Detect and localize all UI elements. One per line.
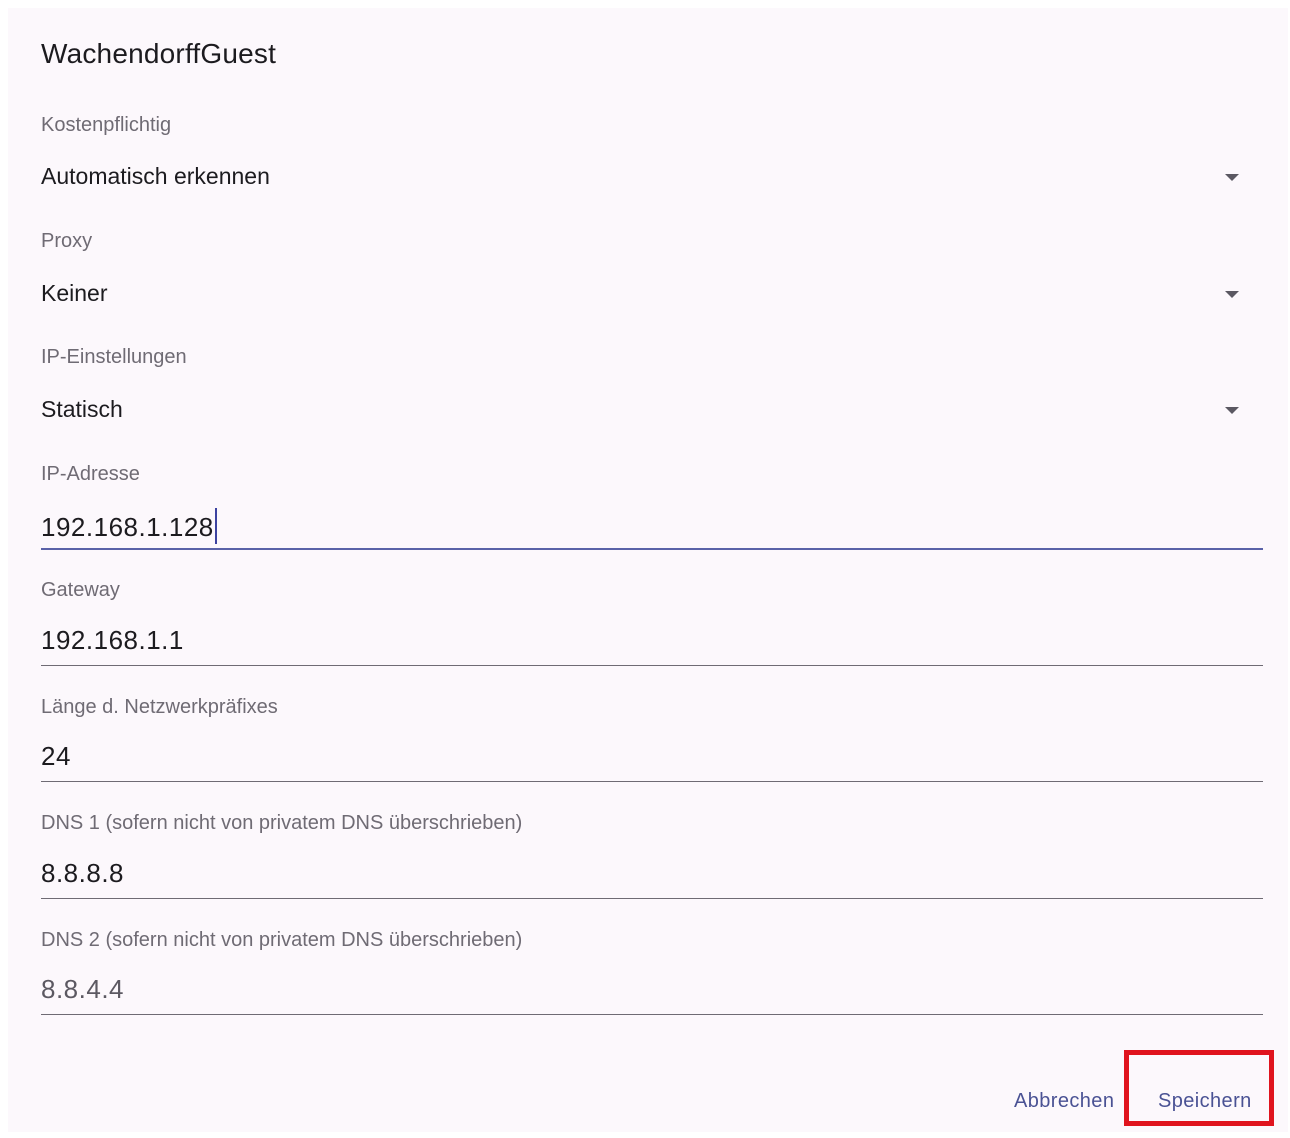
gateway-underline xyxy=(41,665,1263,666)
metered-label: Kostenpflichtig xyxy=(41,114,172,136)
chevron-down-icon xyxy=(1225,407,1239,414)
save-button-highlight xyxy=(1124,1050,1274,1126)
cancel-button[interactable]: Abbrechen xyxy=(1014,1090,1114,1113)
ip-address-underline xyxy=(41,548,1263,550)
ip-settings-value: Statisch xyxy=(41,396,123,422)
chevron-down-icon xyxy=(1225,291,1239,298)
dns2-input[interactable]: 8.8.4.4 xyxy=(41,974,124,1005)
metered-value: Automatisch erkennen xyxy=(41,163,270,189)
dns1-label: DNS 1 (sofern nicht von privatem DNS übe… xyxy=(41,812,523,834)
metered-dropdown[interactable]: Automatisch erkennen xyxy=(8,158,1288,198)
prefix-length-input[interactable]: 24 xyxy=(41,741,71,772)
dns2-label: DNS 2 (sofern nicht von privatem DNS übe… xyxy=(41,929,523,951)
ip-settings-label: IP-Einstellungen xyxy=(41,346,187,368)
text-cursor xyxy=(214,508,217,544)
dns1-underline xyxy=(41,898,1263,899)
ip-address-label: IP-Adresse xyxy=(41,463,140,485)
ip-address-input[interactable]: 192.168.1.128 xyxy=(41,508,217,544)
chevron-down-icon xyxy=(1225,174,1239,181)
ip-address-value: 192.168.1.128 xyxy=(41,512,214,542)
proxy-label: Proxy xyxy=(41,230,93,252)
dns1-input[interactable]: 8.8.8.8 xyxy=(41,858,124,889)
gateway-label: Gateway xyxy=(41,579,120,601)
prefix-length-label: Länge d. Netzwerkpräfixes xyxy=(41,696,278,718)
dns2-underline xyxy=(41,1014,1263,1015)
ip-settings-dropdown[interactable]: Statisch xyxy=(8,391,1288,431)
proxy-dropdown[interactable]: Keiner xyxy=(8,275,1288,315)
gateway-input[interactable]: 192.168.1.1 xyxy=(41,625,184,656)
proxy-value: Keiner xyxy=(41,280,108,306)
prefix-length-underline xyxy=(41,781,1263,782)
dialog-title: WachendorffGuest xyxy=(41,38,277,69)
wifi-settings-dialog: WachendorffGuest Kostenpflichtig Automat… xyxy=(8,8,1288,1132)
